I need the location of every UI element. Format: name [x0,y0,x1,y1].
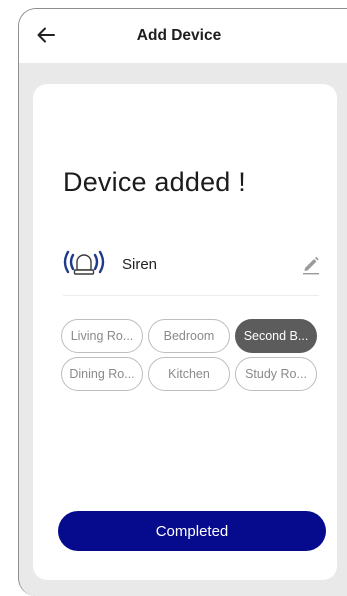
page-title: Add Device [136,27,222,44]
device-name: Siren [122,256,158,273]
room-chip-bedroom[interactable]: Bedroom [148,319,230,353]
divider [63,295,319,296]
pencil-icon [303,256,319,275]
room-chip-second-bedroom[interactable]: Second B... [235,319,317,353]
completed-button[interactable]: Completed [58,511,326,551]
room-chip-living-room[interactable]: Living Ro... [61,319,143,353]
device-added-card: Device added ! Siren Living Ro... Bedroo… [33,84,337,580]
siren-icon [63,250,105,275]
success-message: Device added ! [63,167,246,197]
room-chip-study-room[interactable]: Study Ro... [235,357,317,391]
app-screen: Add Device Device added ! Siren Living R… [18,8,347,596]
room-chip-dining-room[interactable]: Dining Ro... [61,357,143,391]
device-row: Siren [61,244,323,284]
edit-device-name-button[interactable] [299,252,323,276]
room-chip-kitchen[interactable]: Kitchen [148,357,230,391]
top-bar: Add Device [19,9,347,63]
completed-button-label: Completed [155,522,229,540]
